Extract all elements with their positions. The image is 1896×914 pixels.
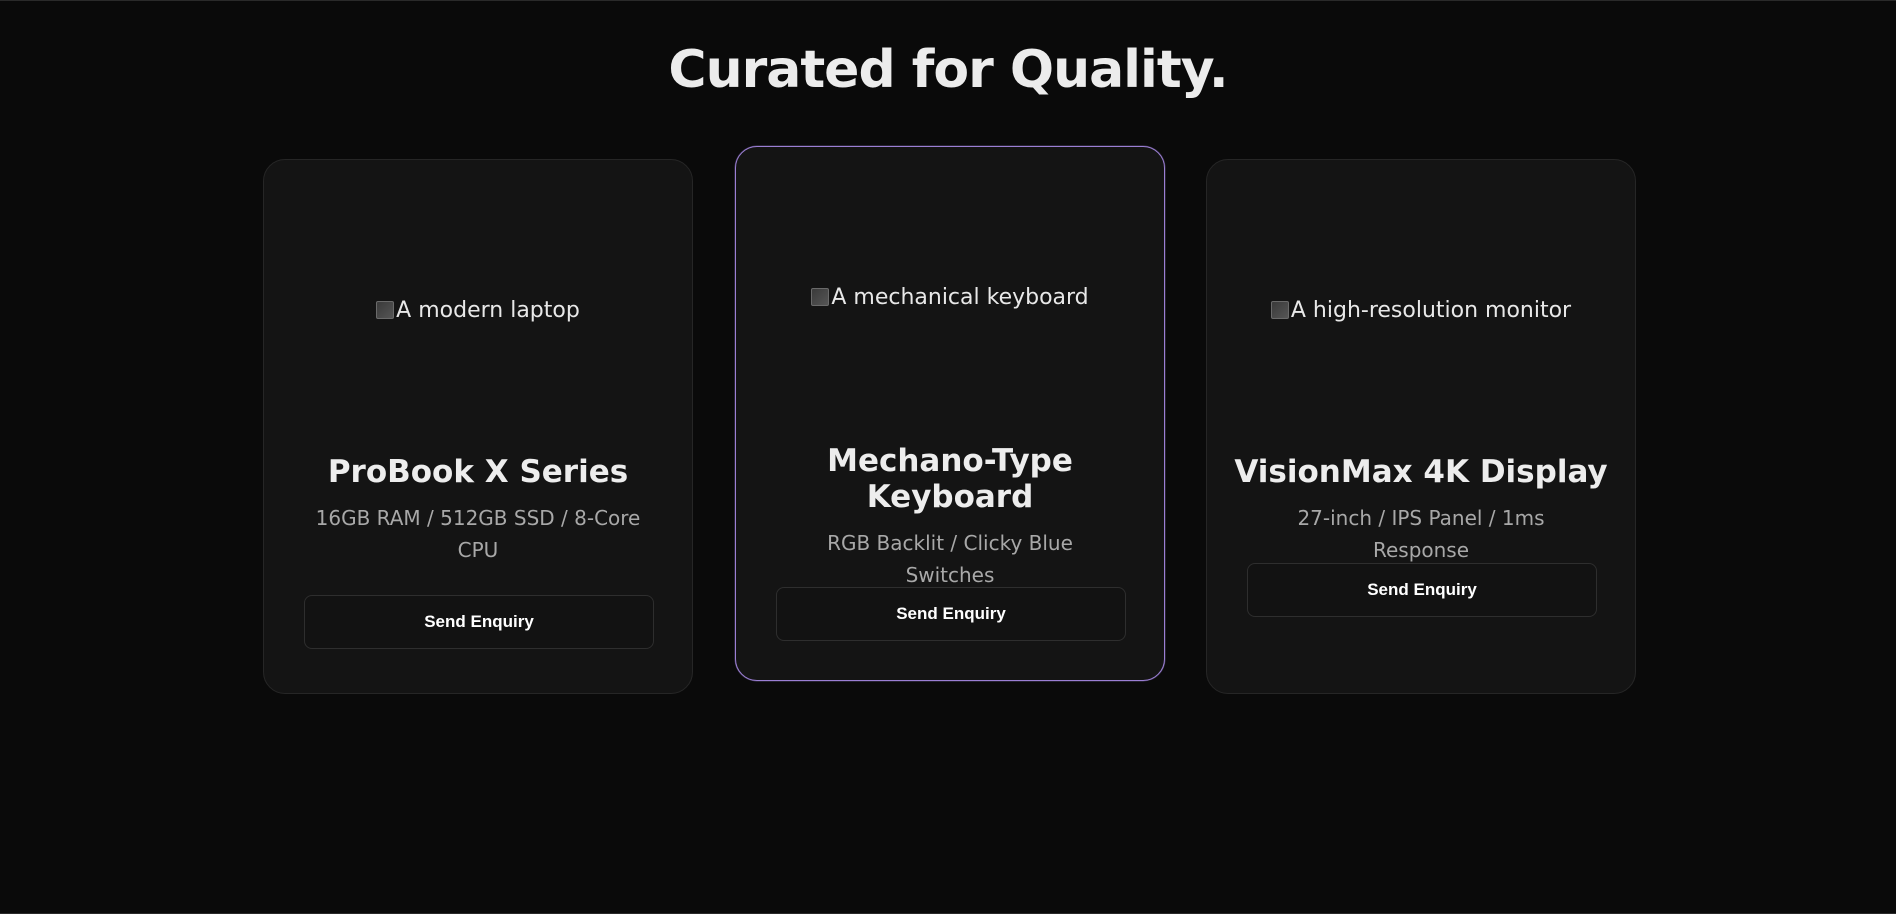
product-card-mechano-type: A mechanical keyboard Mechano-Type Keybo… — [735, 146, 1165, 681]
product-image-visionmax: A high-resolution monitor — [1207, 298, 1635, 323]
product-image-alt: A high-resolution monitor — [1290, 298, 1572, 323]
product-image-mechano-type: A mechanical keyboard — [736, 285, 1164, 310]
broken-image-icon — [376, 301, 395, 319]
product-name: ProBook X Series — [327, 454, 629, 490]
top-divider — [0, 0, 1896, 1]
product-name: Mechano-Type Keyboard — [827, 443, 1073, 515]
product-image-probook: A modern laptop — [264, 298, 692, 323]
product-name: VisionMax 4K Display — [1234, 454, 1608, 490]
broken-image-icon — [1270, 301, 1289, 319]
product-specs: 16GB RAM / 512GB SSD / 8-Core CPU — [315, 506, 641, 562]
product-specs: 27-inch / IPS Panel / 1ms Response — [1297, 506, 1545, 562]
send-enquiry-button[interactable]: Send Enquiry — [304, 595, 654, 649]
send-enquiry-button[interactable]: Send Enquiry — [1247, 563, 1597, 617]
product-card-probook: A modern laptop ProBook X Series 16GB RA… — [263, 159, 693, 694]
product-image-alt: A mechanical keyboard — [831, 285, 1089, 310]
send-enquiry-button[interactable]: Send Enquiry — [776, 587, 1126, 641]
broken-image-icon — [811, 288, 830, 306]
product-card-visionmax: A high-resolution monitor VisionMax 4K D… — [1206, 159, 1636, 694]
product-specs: RGB Backlit / Clicky Blue Switches — [827, 531, 1073, 587]
section-title: Curated for Quality. — [668, 40, 1228, 100]
product-image-alt: A modern laptop — [396, 298, 580, 323]
